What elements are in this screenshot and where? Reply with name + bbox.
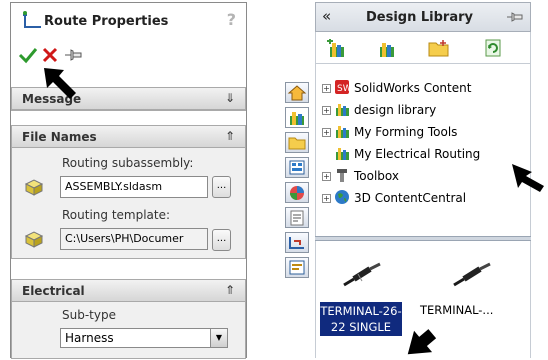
routing-library-icon bbox=[289, 237, 304, 249]
annotation-arrow bbox=[44, 68, 76, 99]
routing-subassembly-input[interactable]: ASSEMBLY.sldasm bbox=[60, 176, 208, 198]
gallery-item-label-line1: TERMINAL-26- bbox=[320, 304, 402, 318]
tab-design-library[interactable] bbox=[285, 107, 309, 128]
globe-icon bbox=[335, 190, 349, 204]
panel-title: Route Properties bbox=[44, 14, 169, 29]
library-folder-icon bbox=[336, 148, 349, 160]
tree-item-label: SolidWorks Content bbox=[354, 81, 472, 95]
tab-custom-properties[interactable] bbox=[285, 207, 309, 228]
route-properties-panel: Route Properties ? Message ⇓ File Names … bbox=[10, 2, 247, 359]
routing-template-label: Routing template: bbox=[62, 208, 171, 222]
refresh-icon[interactable] bbox=[484, 39, 502, 57]
pushpin-icon[interactable] bbox=[63, 47, 85, 63]
terminal-thumbnail bbox=[453, 262, 491, 287]
design-library-icon bbox=[290, 112, 304, 125]
gallery-item-label: TERMINAL-26- 22 SINGLE bbox=[320, 302, 402, 336]
add-file-location-icon[interactable] bbox=[376, 39, 398, 59]
library-folder-icon bbox=[336, 126, 349, 138]
tree-item-label: My Forming Tools bbox=[354, 125, 458, 139]
tree-item-my-electrical-routing[interactable]: My Electrical Routing bbox=[316, 144, 532, 164]
custom-properties-icon bbox=[290, 210, 304, 226]
view-palette-icon bbox=[289, 160, 305, 175]
gallery-item-terminal[interactable]: TERMINAL-... bbox=[420, 261, 518, 321]
tab-routing-library[interactable] bbox=[285, 232, 309, 253]
expand-chevron-icon[interactable]: ⇓ bbox=[225, 91, 235, 105]
subtype-dropdown[interactable]: Harness ▼ bbox=[60, 328, 228, 348]
expand-toggle-icon[interactable]: + bbox=[322, 128, 331, 137]
tab-home[interactable] bbox=[285, 82, 309, 103]
dropdown-arrow-icon[interactable]: ▼ bbox=[210, 329, 227, 347]
ok-button[interactable] bbox=[18, 46, 38, 64]
svg-text:SW: SW bbox=[337, 84, 350, 94]
design-library-panel: « Design Library + SW SolidWorks Content… bbox=[279, 2, 531, 358]
gallery-item-terminal-26-22-single[interactable]: TERMINAL-26- 22 SINGLE bbox=[320, 261, 404, 357]
design-library-title: Design Library bbox=[366, 10, 474, 25]
expand-toggle-icon[interactable]: + bbox=[322, 106, 331, 115]
tree-item-my-forming-tools[interactable]: + My Forming Tools bbox=[316, 122, 532, 142]
assembly-template-icon bbox=[24, 231, 44, 248]
tab-view-palette[interactable] bbox=[285, 157, 309, 178]
cancel-button[interactable] bbox=[41, 46, 59, 64]
collapse-chevron-icon[interactable]: ⇑ bbox=[225, 283, 235, 297]
assembly-icon bbox=[24, 179, 44, 196]
folder-icon bbox=[288, 137, 306, 150]
library-folder-icon bbox=[336, 104, 349, 116]
help-icon[interactable]: ? bbox=[227, 10, 236, 29]
solidworks-content-icon: SW bbox=[335, 80, 350, 94]
design-library-header: « Design Library bbox=[315, 2, 531, 32]
subtype-value: Harness bbox=[65, 331, 114, 345]
expand-toggle-icon[interactable]: + bbox=[322, 194, 331, 203]
annotation-arrow bbox=[407, 329, 437, 355]
toolbox-icon bbox=[337, 169, 347, 182]
new-folder-icon[interactable] bbox=[428, 39, 450, 57]
collapse-panel-button[interactable]: « bbox=[322, 7, 331, 25]
annotation-arrow bbox=[512, 164, 544, 192]
routing-template-input[interactable]: C:\Users\PH\Documer bbox=[60, 228, 208, 250]
tree-item-label: 3D ContentCentral bbox=[354, 191, 467, 205]
subtype-label: Sub-type bbox=[62, 308, 116, 322]
tree-item-label: design library bbox=[354, 103, 437, 117]
add-to-library-icon[interactable] bbox=[326, 39, 348, 59]
browse-subassembly-button[interactable]: ... bbox=[212, 176, 231, 198]
library-tree: + SW SolidWorks Content + design library… bbox=[315, 64, 531, 236]
terminal-thumbnail bbox=[343, 262, 381, 287]
electrical-section-label: Electrical bbox=[22, 284, 85, 298]
collapse-chevron-icon[interactable]: ⇑ bbox=[225, 129, 235, 143]
tree-item-label: Toolbox bbox=[354, 169, 399, 183]
home-icon bbox=[287, 85, 307, 101]
electrical-section-header[interactable]: Electrical ⇑ bbox=[12, 280, 245, 302]
expand-toggle-icon[interactable]: + bbox=[322, 84, 331, 93]
tree-item-solidworks-content[interactable]: + SW SolidWorks Content bbox=[316, 78, 532, 98]
file-names-section-label: File Names bbox=[22, 130, 97, 144]
task-pane-tabs bbox=[285, 82, 309, 322]
tab-file-explorer[interactable] bbox=[285, 132, 309, 153]
route-manager-icon bbox=[289, 260, 305, 275]
route-icon bbox=[23, 11, 41, 28]
pushpin-icon[interactable] bbox=[506, 11, 524, 23]
action-toolbar bbox=[11, 43, 246, 67]
tab-appearances[interactable] bbox=[285, 182, 309, 203]
electrical-section: Electrical ⇑ Sub-type Harness ▼ bbox=[11, 279, 246, 359]
browse-template-button[interactable]: ... bbox=[212, 229, 231, 251]
property-manager-header: Route Properties ? bbox=[11, 3, 246, 39]
tab-route-manager[interactable] bbox=[285, 257, 309, 278]
tree-item-3d-contentcentral[interactable]: + 3D ContentCentral bbox=[316, 188, 532, 208]
tree-item-label: My Electrical Routing bbox=[354, 147, 481, 161]
gallery-item-label: TERMINAL-... bbox=[420, 303, 494, 317]
file-names-section-header[interactable]: File Names ⇑ bbox=[12, 126, 245, 148]
routing-subassembly-label: Routing subassembly: bbox=[62, 156, 194, 170]
design-library-toolbar bbox=[315, 32, 531, 64]
appearances-icon bbox=[290, 186, 304, 200]
gallery-item-label-line2: 22 SINGLE bbox=[330, 320, 392, 334]
expand-toggle-icon[interactable]: + bbox=[322, 172, 331, 181]
tree-item-toolbox[interactable]: + Toolbox bbox=[316, 166, 532, 186]
file-names-section: File Names ⇑ Routing subassembly: ASSEMB… bbox=[11, 125, 246, 259]
tree-item-design-library[interactable]: + design library bbox=[316, 100, 532, 120]
